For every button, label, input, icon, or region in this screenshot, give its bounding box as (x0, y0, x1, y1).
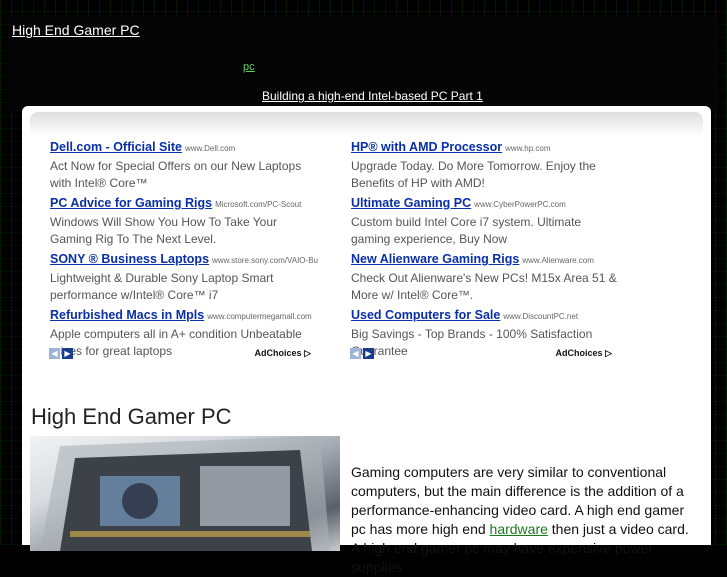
ad-url[interactable]: www.DiscountPC.net (503, 312, 578, 321)
ad-description: Windows Will Show You How To Take Your G… (50, 215, 278, 246)
gaming-pc-case-image (30, 436, 340, 551)
ad-title-link[interactable]: Refurbished Macs in Mpls (50, 308, 204, 322)
content-panel: Dell.com - Official Site www.Dell.com Act… (22, 106, 711, 575)
adchoices-icon: ▷ (304, 348, 311, 358)
ad-url[interactable]: Microsoft.com/PC-Scout (215, 200, 301, 209)
ad-title-link[interactable]: SONY ® Business Laptops (50, 252, 209, 266)
ad-footer-left: ◀ ▶ AdChoices ▷ (49, 348, 311, 360)
recent-post-link[interactable]: Building a high-end Intel-based PC Part … (262, 89, 483, 103)
ad-block-header (30, 112, 703, 136)
site-title-link[interactable]: High End Gamer PC (12, 22, 140, 38)
ad-url[interactable]: www.hp.com (505, 144, 550, 153)
ad-item: Ultimate Gaming PC www.CyberPowerPC.com C… (351, 194, 621, 248)
ad-footer-right: ◀ ▶ AdChoices ▷ (350, 348, 612, 360)
ad-title-link[interactable]: HP® with AMD Processor (351, 140, 502, 154)
ad-url[interactable]: www.computermegamall.com (207, 312, 311, 321)
ad-description: Check Out Alienware's New PCs! M15x Area… (351, 271, 617, 302)
adchoices-label: AdChoices (254, 348, 302, 358)
ad-next-arrow-icon[interactable]: ▶ (363, 348, 374, 359)
post-body: Gaming computers are very similar to con… (351, 463, 691, 577)
adchoices-link[interactable]: AdChoices ▷ (556, 348, 612, 359)
ad-prev-arrow-icon[interactable]: ◀ (49, 348, 60, 359)
ad-item: SONY ® Business Laptops www.store.sony.co… (50, 250, 320, 304)
post-title: High End Gamer PC (31, 404, 232, 429)
ad-title-link[interactable]: Dell.com - Official Site (50, 140, 182, 154)
ad-item: PC Advice for Gaming Rigs Microsoft.com/P… (50, 194, 320, 248)
ad-url[interactable]: www.Alienware.com (522, 256, 594, 265)
ad-description: Lightweight & Durable Sony Laptop Smart … (50, 271, 274, 302)
ad-title-link[interactable]: PC Advice for Gaming Rigs (50, 196, 212, 210)
adchoices-icon: ▷ (605, 348, 612, 358)
ad-url[interactable]: www.Dell.com (185, 144, 235, 153)
tag-link-pc[interactable]: pc (243, 61, 255, 73)
ad-title-link[interactable]: Ultimate Gaming PC (351, 196, 471, 210)
ad-url[interactable]: www.CyberPowerPC.com (474, 200, 566, 209)
ad-item: New Alienware Gaming Rigs www.Alienware.c… (351, 250, 621, 304)
ad-column-right: HP® with AMD Processor www.hp.com Upgrade… (351, 138, 621, 362)
ad-description: Upgrade Today. Do More Tomorrow. Enjoy t… (351, 159, 596, 190)
ad-prev-arrow-icon[interactable]: ◀ (350, 348, 361, 359)
ad-url[interactable]: www.store.sony.com/VAIO-Bu (212, 256, 318, 265)
ad-next-arrow-icon[interactable]: ▶ (62, 348, 73, 359)
ad-title-link[interactable]: New Alienware Gaming Rigs (351, 252, 519, 266)
ad-column-left: Dell.com - Official Site www.Dell.com Act… (50, 138, 320, 362)
adchoices-label: AdChoices (555, 348, 603, 358)
ad-description: Custom build Intel Core i7 system. Ultim… (351, 215, 582, 246)
adchoices-link[interactable]: AdChoices ▷ (255, 348, 311, 359)
ad-title-link[interactable]: Used Computers for Sale (351, 308, 500, 322)
hardware-link[interactable]: hardware (490, 521, 548, 537)
ad-item: HP® with AMD Processor www.hp.com Upgrade… (351, 138, 621, 192)
ad-description: Act Now for Special Offers on our New La… (50, 159, 302, 190)
ad-item: Dell.com - Official Site www.Dell.com Act… (50, 138, 320, 192)
